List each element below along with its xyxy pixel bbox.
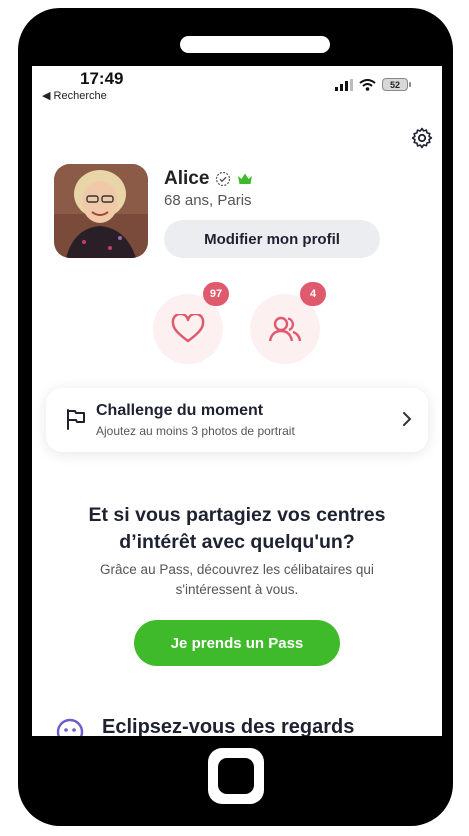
profile-name: Alice (164, 168, 210, 189)
challenge-card[interactable]: Challenge du moment Ajoutez au moins 3 p… (46, 388, 428, 452)
people-icon (268, 316, 302, 342)
signal-icon (335, 78, 353, 91)
promo-subtitle: Grâce au Pass, découvrez les célibataire… (32, 560, 442, 600)
promo-subtitle-line2: s'intéressent à vous. (175, 582, 299, 597)
challenge-subtitle: Ajoutez au moins 3 photos de portrait (96, 424, 295, 438)
challenge-title: Challenge du moment (96, 402, 264, 419)
premium-crown-icon (238, 173, 253, 184)
status-icons: 52 (335, 78, 411, 91)
visits-count-badge: 4 (300, 282, 326, 306)
app-screen: 17:49 ◀ Recherche 52 Alice 68 ans, Paris… (32, 66, 442, 736)
promo-subtitle-line1: Grâce au Pass, découvrez les célibataire… (100, 562, 374, 577)
profile-name-row: Alice (164, 168, 253, 190)
phone-speaker (180, 36, 330, 53)
profile-avatar[interactable] (54, 164, 148, 258)
chevron-right-icon (403, 412, 412, 426)
promo-title-line2: d’intérêt avec quelqu'un? (119, 531, 355, 553)
status-time: 17:49 (80, 69, 124, 88)
battery-icon: 52 (382, 78, 411, 91)
likes-count-badge: 97 (203, 282, 229, 306)
edit-profile-button[interactable]: Modifier mon profil (164, 220, 380, 258)
settings-gear-icon[interactable] (410, 126, 434, 150)
visits-button[interactable]: 4 (250, 282, 326, 364)
home-button[interactable] (208, 748, 264, 804)
promo-title-line1: Et si vous partagiez vos centres (88, 504, 386, 526)
likes-button[interactable]: 97 (153, 282, 229, 364)
promo-title: Et si vous partagiez vos centres d’intér… (32, 502, 442, 556)
heart-icon (171, 314, 205, 343)
eclipse-section-title: Eclipsez-vous des regards (102, 716, 355, 736)
buy-pass-button[interactable]: Je prends un Pass (134, 620, 340, 666)
incognito-face-icon (56, 718, 84, 736)
profile-age-location: 68 ans, Paris (164, 192, 252, 209)
back-to-search-link[interactable]: ◀ Recherche (42, 89, 107, 102)
wifi-icon (359, 78, 376, 91)
flag-icon (67, 409, 85, 430)
verified-badge-icon (216, 171, 231, 187)
